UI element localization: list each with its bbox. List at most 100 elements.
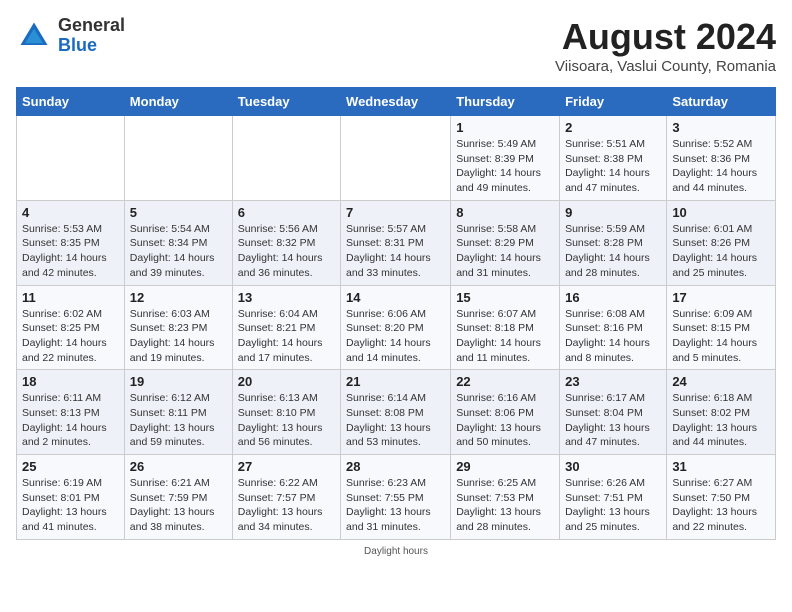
cell-w1-d7: 3 Sunrise: 5:52 AMSunset: 8:36 PMDaylight…	[667, 116, 776, 201]
cell-w2-d6: 9 Sunrise: 5:59 AMSunset: 8:28 PMDaylight…	[560, 200, 667, 285]
cell-w4-d5: 22 Sunrise: 6:16 AMSunset: 8:06 PMDayligh…	[451, 370, 560, 455]
cell-w4-d7: 24 Sunrise: 6:18 AMSunset: 8:02 PMDayligh…	[667, 370, 776, 455]
calendar-title: August 2024	[555, 16, 776, 58]
day-info-9: Sunrise: 5:59 AMSunset: 8:28 PMDaylight:…	[565, 222, 661, 281]
day-info-3: Sunrise: 5:52 AMSunset: 8:36 PMDaylight:…	[672, 137, 770, 196]
day-info-11: Sunrise: 6:02 AMSunset: 8:25 PMDaylight:…	[22, 307, 119, 366]
cell-w4-d2: 19 Sunrise: 6:12 AMSunset: 8:11 PMDayligh…	[124, 370, 232, 455]
day-number-7: 7	[346, 205, 445, 220]
day-number-23: 23	[565, 374, 661, 389]
cell-w3-d1: 11Sunrise: 6:02 AMSunset: 8:25 PMDayligh…	[17, 285, 125, 370]
day-number-18: 18	[22, 374, 119, 389]
day-number-27: 27	[238, 459, 335, 474]
day-number-28: 28	[346, 459, 445, 474]
day-number-13: 13	[238, 290, 335, 305]
cell-w5-d2: 26Sunrise: 6:21 AMSunset: 7:59 PMDayligh…	[124, 455, 232, 540]
cell-w4-d4: 21 Sunrise: 6:14 AMSunset: 8:08 PMDayligh…	[341, 370, 451, 455]
day-number-16: 16	[565, 290, 661, 305]
header: General Blue August 2024 Viisoara, Vaslu…	[16, 16, 776, 75]
daylight-note: Daylight hours	[16, 546, 776, 557]
cell-w5-d4: 28 Sunrise: 6:23 AMSunset: 7:55 PMDayligh…	[341, 455, 451, 540]
cell-w5-d5: 29 Sunrise: 6:25 AMSunset: 7:53 PMDayligh…	[451, 455, 560, 540]
cell-w3-d3: 13 Sunrise: 6:04 AMSunset: 8:21 PMDayligh…	[232, 285, 340, 370]
day-info-4: Sunrise: 5:53 AMSunset: 8:35 PMDaylight:…	[22, 222, 119, 281]
day-number-3: 3	[672, 120, 770, 135]
header-row: Sunday Monday Tuesday Wednesday Thursday…	[17, 88, 776, 116]
calendar-header: Sunday Monday Tuesday Wednesday Thursday…	[17, 88, 776, 116]
week-row-2: 4Sunrise: 5:53 AMSunset: 8:35 PMDaylight…	[17, 200, 776, 285]
day-info-23: Sunrise: 6:17 AMSunset: 8:04 PMDaylight:…	[565, 391, 661, 450]
day-info-13: Sunrise: 6:04 AMSunset: 8:21 PMDaylight:…	[238, 307, 335, 366]
day-number-10: 10	[672, 205, 770, 220]
header-thursday: Thursday	[451, 88, 560, 116]
cell-w3-d2: 12 Sunrise: 6:03 AMSunset: 8:23 PMDayligh…	[124, 285, 232, 370]
cell-w4-d3: 20Sunrise: 6:13 AMSunset: 8:10 PMDayligh…	[232, 370, 340, 455]
logo-general: General	[58, 15, 125, 35]
cell-w1-d3	[232, 116, 340, 201]
cell-w2-d4: 7 Sunrise: 5:57 AMSunset: 8:31 PMDaylight…	[341, 200, 451, 285]
day-info-15: Sunrise: 6:07 AMSunset: 8:18 PMDaylight:…	[456, 307, 554, 366]
day-number-19: 19	[130, 374, 227, 389]
day-number-6: 6	[238, 205, 335, 220]
title-section: August 2024 Viisoara, Vaslui County, Rom…	[555, 16, 776, 75]
day-info-12: Sunrise: 6:03 AMSunset: 8:23 PMDaylight:…	[130, 307, 227, 366]
day-info-24: Sunrise: 6:18 AMSunset: 8:02 PMDaylight:…	[672, 391, 770, 450]
calendar-table: Sunday Monday Tuesday Wednesday Thursday…	[16, 87, 776, 540]
cell-w3-d7: 17Sunrise: 6:09 AMSunset: 8:15 PMDayligh…	[667, 285, 776, 370]
week-row-5: 25 Sunrise: 6:19 AMSunset: 8:01 PMDayligh…	[17, 455, 776, 540]
calendar-body: 1 Sunrise: 5:49 AMSunset: 8:39 PMDaylight…	[17, 116, 776, 540]
logo-text: General Blue	[58, 16, 125, 56]
day-number-5: 5	[130, 205, 227, 220]
day-info-16: Sunrise: 6:08 AMSunset: 8:16 PMDaylight:…	[565, 307, 661, 366]
day-info-27: Sunrise: 6:22 AMSunset: 7:57 PMDaylight:…	[238, 476, 335, 535]
day-info-18: Sunrise: 6:11 AMSunset: 8:13 PMDaylight:…	[22, 391, 119, 450]
day-info-1: Sunrise: 5:49 AMSunset: 8:39 PMDaylight:…	[456, 137, 554, 196]
day-number-9: 9	[565, 205, 661, 220]
day-info-21: Sunrise: 6:14 AMSunset: 8:08 PMDaylight:…	[346, 391, 445, 450]
cell-w5-d3: 27 Sunrise: 6:22 AMSunset: 7:57 PMDayligh…	[232, 455, 340, 540]
logo-blue: Blue	[58, 35, 97, 55]
day-number-2: 2	[565, 120, 661, 135]
day-info-6: Sunrise: 5:56 AMSunset: 8:32 PMDaylight:…	[238, 222, 335, 281]
day-number-31: 31	[672, 459, 770, 474]
day-number-12: 12	[130, 290, 227, 305]
cell-w5-d6: 30Sunrise: 6:26 AMSunset: 7:51 PMDayligh…	[560, 455, 667, 540]
day-info-29: Sunrise: 6:25 AMSunset: 7:53 PMDaylight:…	[456, 476, 554, 535]
day-number-22: 22	[456, 374, 554, 389]
day-info-10: Sunrise: 6:01 AMSunset: 8:26 PMDaylight:…	[672, 222, 770, 281]
day-info-22: Sunrise: 6:16 AMSunset: 8:06 PMDaylight:…	[456, 391, 554, 450]
day-number-29: 29	[456, 459, 554, 474]
day-number-24: 24	[672, 374, 770, 389]
day-info-17: Sunrise: 6:09 AMSunset: 8:15 PMDaylight:…	[672, 307, 770, 366]
day-info-7: Sunrise: 5:57 AMSunset: 8:31 PMDaylight:…	[346, 222, 445, 281]
logo-icon	[16, 18, 52, 54]
calendar-subtitle: Viisoara, Vaslui County, Romania	[555, 58, 776, 75]
cell-w5-d1: 25 Sunrise: 6:19 AMSunset: 8:01 PMDayligh…	[17, 455, 125, 540]
header-monday: Monday	[124, 88, 232, 116]
header-tuesday: Tuesday	[232, 88, 340, 116]
cell-w2-d7: 10 Sunrise: 6:01 AMSunset: 8:26 PMDayligh…	[667, 200, 776, 285]
day-info-5: Sunrise: 5:54 AMSunset: 8:34 PMDaylight:…	[130, 222, 227, 281]
day-info-26: Sunrise: 6:21 AMSunset: 7:59 PMDaylight:…	[130, 476, 227, 535]
logo: General Blue	[16, 16, 125, 56]
header-sunday: Sunday	[17, 88, 125, 116]
day-info-19: Sunrise: 6:12 AMSunset: 8:11 PMDaylight:…	[130, 391, 227, 450]
day-info-25: Sunrise: 6:19 AMSunset: 8:01 PMDaylight:…	[22, 476, 119, 535]
day-number-15: 15	[456, 290, 554, 305]
day-number-21: 21	[346, 374, 445, 389]
cell-w2-d1: 4Sunrise: 5:53 AMSunset: 8:35 PMDaylight…	[17, 200, 125, 285]
week-row-3: 11Sunrise: 6:02 AMSunset: 8:25 PMDayligh…	[17, 285, 776, 370]
cell-w1-d6: 2 Sunrise: 5:51 AMSunset: 8:38 PMDaylight…	[560, 116, 667, 201]
day-info-2: Sunrise: 5:51 AMSunset: 8:38 PMDaylight:…	[565, 137, 661, 196]
cell-w3-d4: 14Sunrise: 6:06 AMSunset: 8:20 PMDayligh…	[341, 285, 451, 370]
day-info-30: Sunrise: 6:26 AMSunset: 7:51 PMDaylight:…	[565, 476, 661, 535]
week-row-4: 18 Sunrise: 6:11 AMSunset: 8:13 PMDayligh…	[17, 370, 776, 455]
day-info-28: Sunrise: 6:23 AMSunset: 7:55 PMDaylight:…	[346, 476, 445, 535]
cell-w1-d2	[124, 116, 232, 201]
cell-w1-d1	[17, 116, 125, 201]
day-number-1: 1	[456, 120, 554, 135]
cell-w3-d6: 16 Sunrise: 6:08 AMSunset: 8:16 PMDayligh…	[560, 285, 667, 370]
cell-w5-d7: 31Sunrise: 6:27 AMSunset: 7:50 PMDayligh…	[667, 455, 776, 540]
day-number-25: 25	[22, 459, 119, 474]
day-info-8: Sunrise: 5:58 AMSunset: 8:29 PMDaylight:…	[456, 222, 554, 281]
